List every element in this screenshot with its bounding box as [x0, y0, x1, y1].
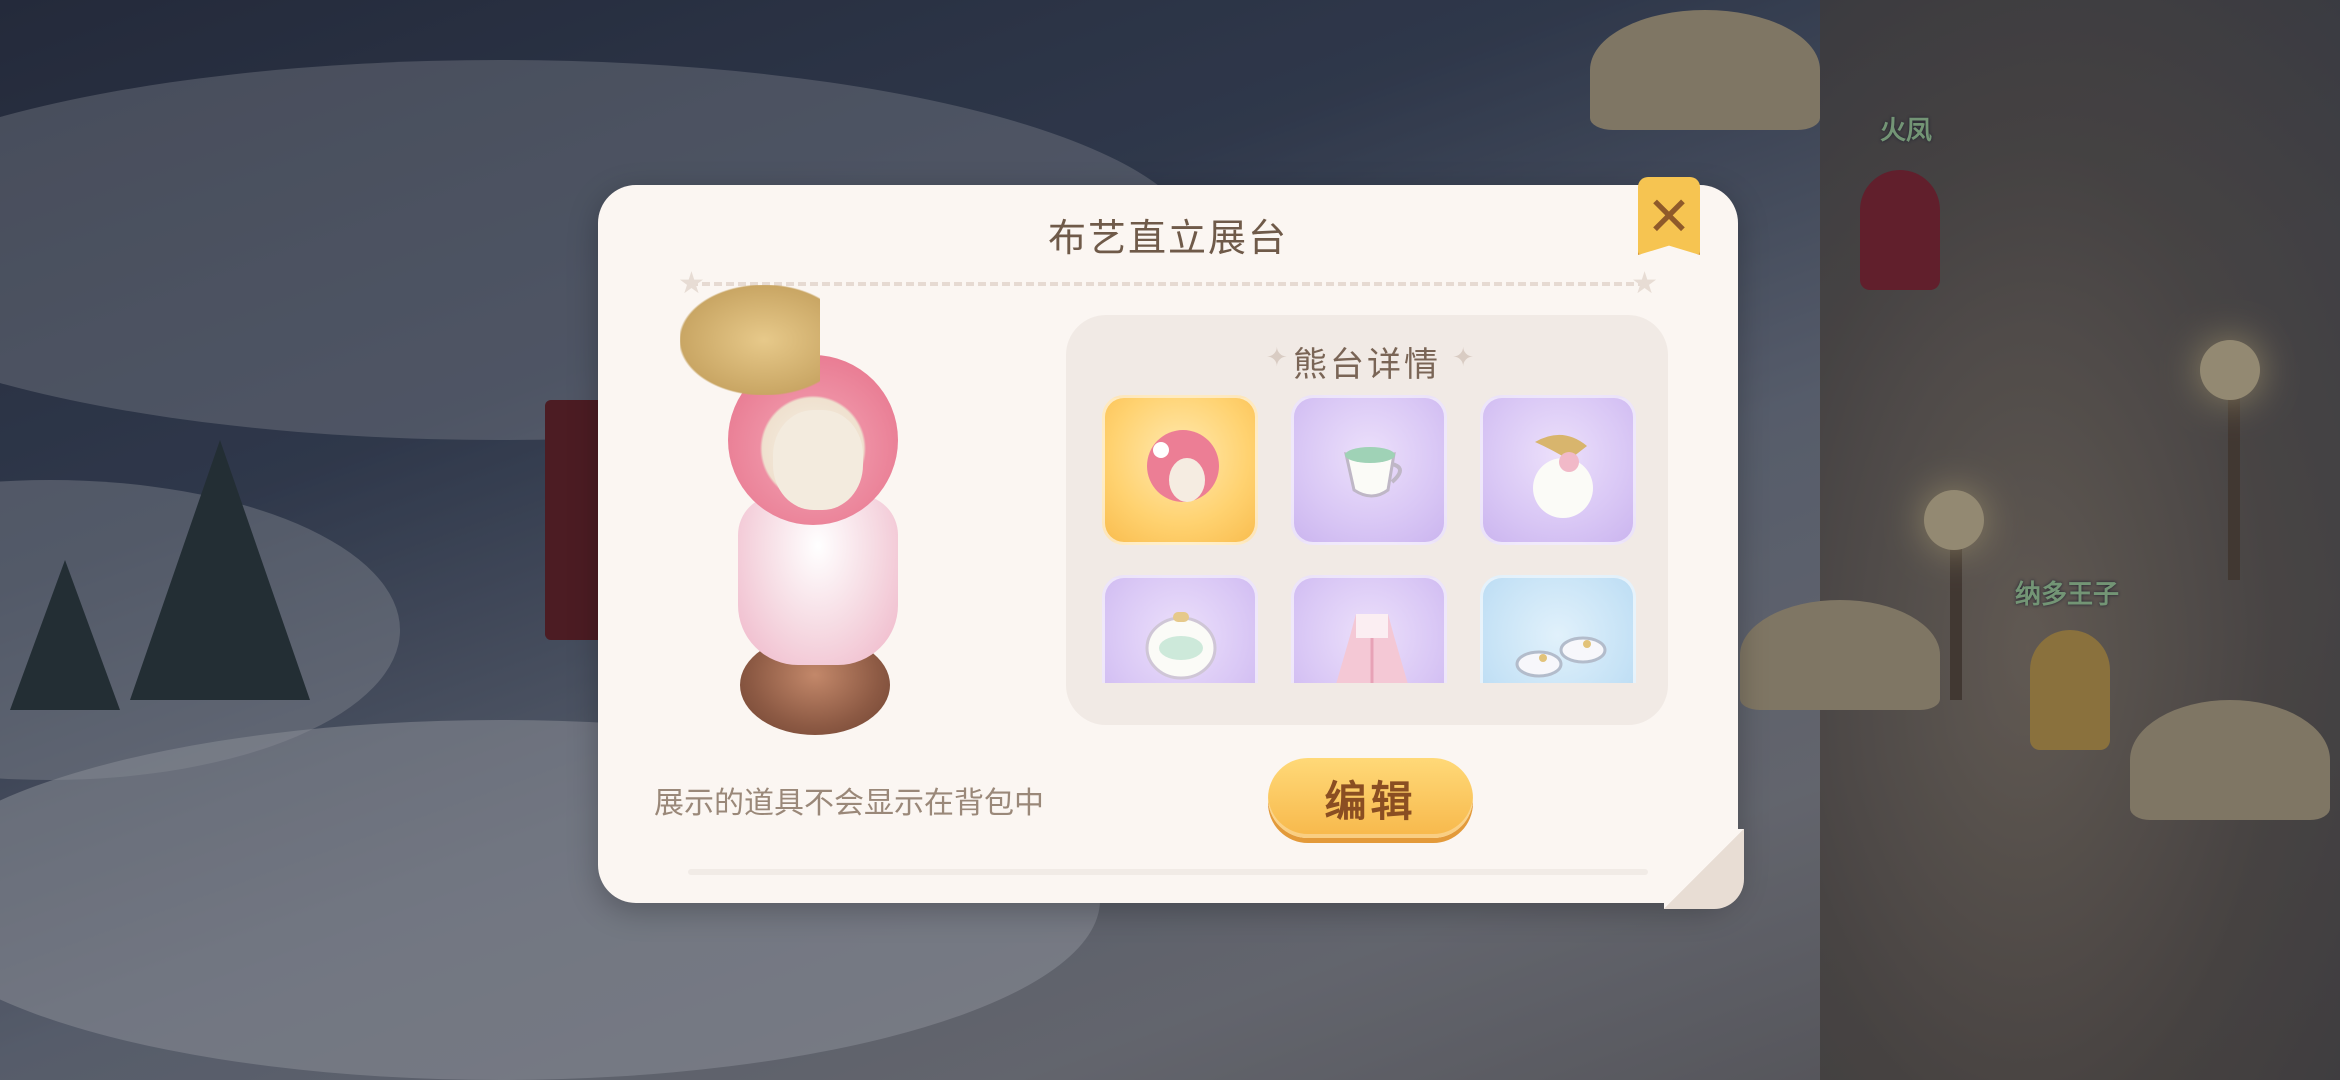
teapot-icon: [1145, 612, 1217, 680]
dress-icon: [1336, 614, 1408, 683]
storage-note: 展示的道具不会显示在背包中: [654, 786, 1044, 821]
edit-button[interactable]: 编辑: [1268, 758, 1473, 838]
display-stand-dialog: 布艺直立展台 ★ ★ ✕ ✦ 熊台详情 ✦ 展示的道具不会显示在背包中 编辑: [598, 177, 1744, 909]
pink-dress-item[interactable]: [1291, 575, 1447, 683]
doll-preview: [680, 245, 960, 735]
doll-face: [773, 410, 863, 510]
teapot-item[interactable]: [1102, 575, 1258, 683]
stand-details-panel: ✦ 熊台详情 ✦: [1066, 315, 1668, 725]
teacup-icon: [1344, 447, 1402, 498]
bird-ornament: [680, 285, 820, 395]
bird-hat-item[interactable]: [1480, 395, 1636, 545]
pink-hair-item[interactable]: [1102, 395, 1258, 545]
close-button[interactable]: ✕: [1638, 177, 1700, 255]
star-icon: ★: [1631, 266, 1658, 301]
shoes-item[interactable]: [1480, 575, 1636, 683]
hair-icon: [1147, 430, 1219, 502]
panel-title: 熊台详情: [1293, 345, 1441, 385]
bottom-divider: [688, 869, 1648, 875]
shoes-icon: [1515, 636, 1607, 678]
teacup-item[interactable]: [1291, 395, 1447, 545]
bird-hat-icon: [1533, 434, 1593, 518]
close-icon: ✕: [1646, 184, 1692, 248]
page-curl-decoration: [1664, 829, 1744, 909]
item-grid[interactable]: [1102, 395, 1638, 683]
sparkle-icon: ✦: [1452, 343, 1474, 373]
